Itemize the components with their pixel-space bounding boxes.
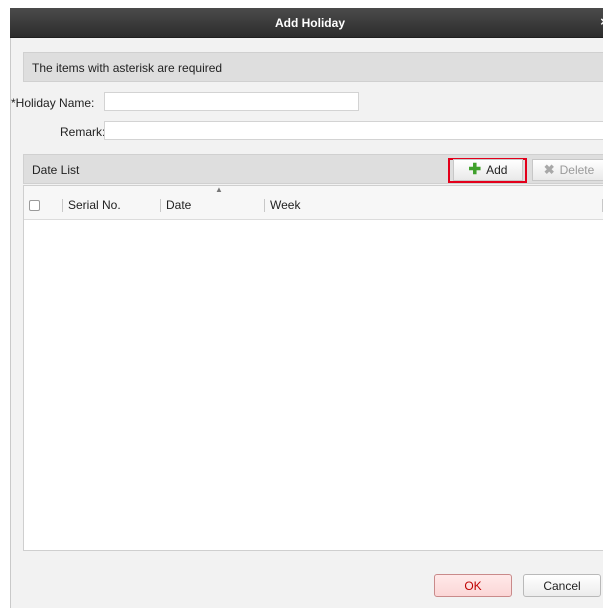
column-header-serial-no[interactable]: Serial No. (68, 198, 121, 212)
x-icon: ✖ (543, 162, 555, 177)
delete-button-label: Delete (559, 163, 595, 177)
select-all-checkbox[interactable] (29, 200, 40, 211)
dialog-titlebar: Add Holiday × (10, 8, 603, 38)
date-list-toolbar: Date List ✚ Add ✖ Delete (23, 154, 603, 184)
sort-ascending-icon: ▲ (215, 185, 223, 194)
column-separator (160, 199, 161, 212)
column-separator (264, 199, 265, 212)
close-icon[interactable]: × (597, 15, 603, 29)
cancel-button[interactable]: Cancel (523, 574, 601, 597)
holiday-name-label: *Holiday Name: (11, 96, 95, 110)
column-header-date[interactable]: Date (166, 198, 191, 212)
date-list-table: Serial No. Date ▲ Week (23, 185, 603, 551)
holiday-name-input[interactable] (104, 92, 359, 111)
table-header: Serial No. Date ▲ Week (24, 185, 603, 220)
add-button-label: Add (486, 163, 508, 177)
column-separator (62, 199, 63, 212)
date-list-label: Date List (32, 163, 80, 177)
remark-input[interactable] (104, 121, 603, 140)
dialog-body: The items with asterisk are required *Ho… (10, 38, 603, 608)
plus-icon: ✚ (468, 161, 482, 178)
remark-label: Remark: (60, 125, 106, 139)
ok-button[interactable]: OK (434, 574, 512, 597)
delete-button[interactable]: ✖ Delete (532, 159, 603, 181)
required-info-text: The items with asterisk are required (32, 61, 223, 75)
required-info-bar: The items with asterisk are required (23, 52, 603, 82)
add-button[interactable]: ✚ Add (453, 159, 523, 181)
dialog-title: Add Holiday (274, 16, 345, 30)
column-header-week[interactable]: Week (270, 198, 300, 212)
dialog-footer: OK Cancel (11, 551, 603, 608)
